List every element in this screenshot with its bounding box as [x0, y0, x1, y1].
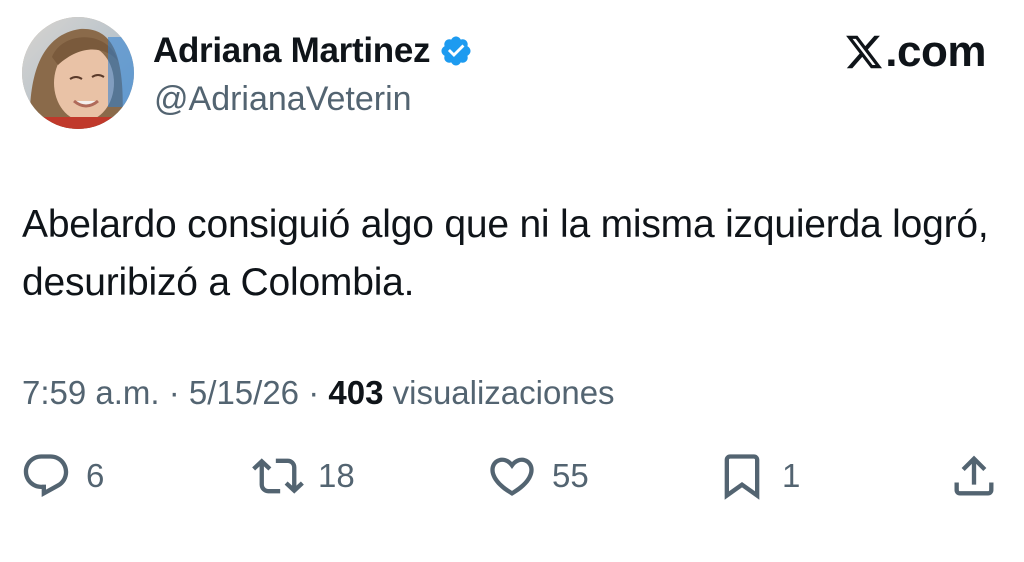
- author-handle[interactable]: @AdrianaVeterin: [154, 80, 412, 119]
- tweet-time[interactable]: 7:59 a.m.: [22, 374, 160, 411]
- repost-button[interactable]: 18: [252, 448, 355, 504]
- author-name-row[interactable]: Adriana Martinez: [153, 28, 473, 74]
- tweet-text: Abelardo consiguió algo que ni la misma …: [22, 203, 989, 304]
- tweet-meta: 7:59 a.m. · 5/15/26 · 403 visualizacione…: [22, 371, 615, 415]
- reply-icon: [23, 454, 69, 498]
- like-count: 55: [552, 457, 589, 494]
- views-count: 403: [328, 374, 384, 411]
- avatar[interactable]: [22, 17, 134, 129]
- tweet-date[interactable]: 5/15/26: [189, 374, 299, 411]
- action-bar: 6 18 55 1: [0, 448, 1024, 504]
- bookmark-count: 1: [782, 457, 801, 494]
- x-logo-icon: [846, 35, 883, 69]
- meta-separator: ·: [168, 374, 180, 411]
- repost-icon: [252, 458, 304, 494]
- brand-logo: .com: [844, 27, 986, 76]
- author-display-name[interactable]: Adriana Martinez: [153, 31, 431, 71]
- share-button[interactable]: [948, 448, 1000, 504]
- views-label: visualizaciones: [392, 374, 615, 411]
- brand-label: .com: [885, 27, 986, 76]
- bookmark-button[interactable]: 1: [716, 448, 800, 504]
- reply-button[interactable]: 6: [20, 448, 104, 504]
- avatar-photo: [22, 17, 134, 129]
- repost-count: 18: [318, 457, 355, 494]
- reply-count: 6: [86, 457, 105, 494]
- like-button[interactable]: 55: [486, 448, 589, 504]
- meta-separator: ·: [308, 374, 320, 411]
- heart-icon: [490, 457, 534, 496]
- verified-badge-icon: [441, 36, 471, 66]
- share-icon: [954, 455, 994, 496]
- bookmark-icon: [724, 454, 760, 500]
